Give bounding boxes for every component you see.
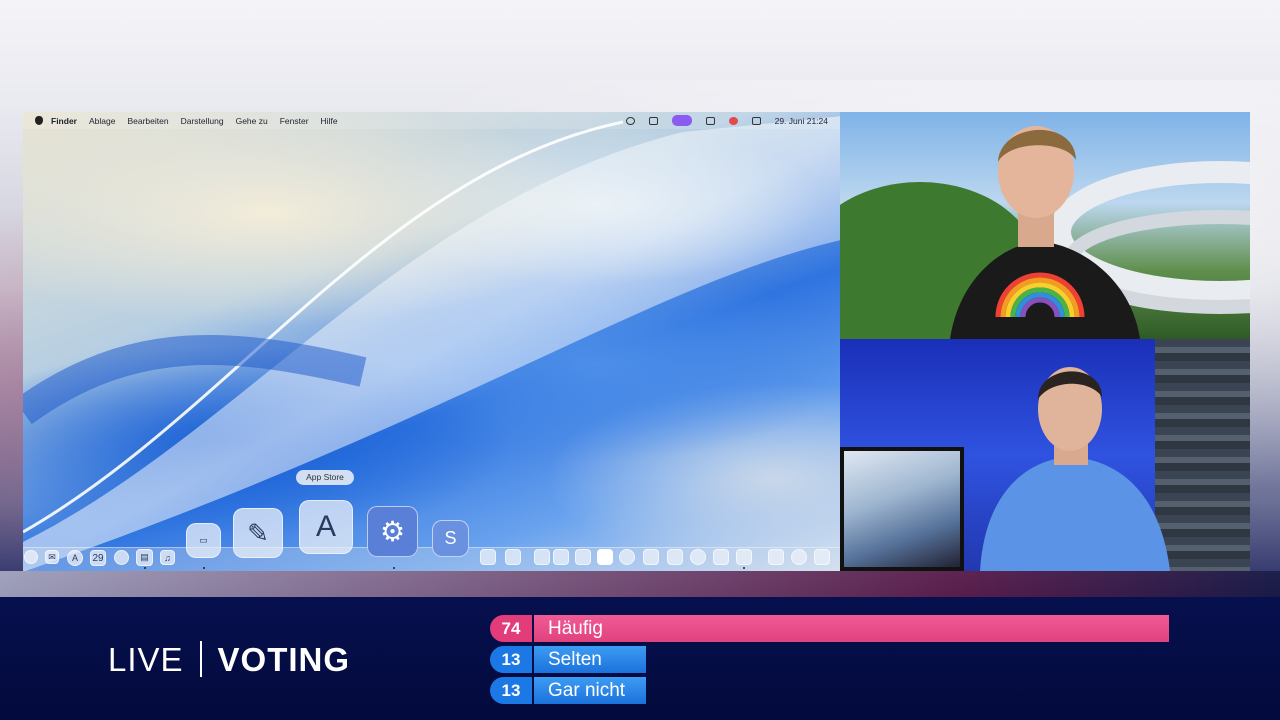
vote-label: Häufig [548,618,603,639]
trash-icon[interactable] [814,549,830,565]
menu-ablage[interactable]: Ablage [89,116,115,126]
window-icon[interactable] [480,549,496,565]
dock: ✉ A 29 ▤ ♫ ▭ ✎ A ⚙ S [23,500,840,571]
keynote-icon[interactable]: ▭ [186,523,221,558]
system-settings-icon[interactable]: ⚙ [367,506,418,557]
calendar-icon[interactable]: 29 [90,550,106,566]
voting-label: VOTING [217,641,351,678]
layers-icon[interactable] [505,549,521,565]
menu-bearbeiten[interactable]: Bearbeiten [127,116,168,126]
screen-mirroring-icon[interactable] [671,115,692,126]
running-indicator [393,567,395,569]
calendar-day: 29 [92,552,104,564]
live-voting-title: LIVE VOTING [108,641,350,679]
grid-app-icon[interactable] [667,549,683,565]
running-indicator [144,567,146,569]
contacts-icon[interactable] [114,550,129,565]
mission-control-icon[interactable]: ▤ [136,549,153,566]
downloads-icon[interactable] [768,549,784,565]
safari-icon[interactable] [619,549,635,565]
menu-hilfe[interactable]: Hilfe [321,116,338,126]
folder-icon[interactable] [791,549,807,565]
globe-icon[interactable] [625,116,635,125]
status-area: 29. Juni 21:24 [625,112,828,129]
running-indicator [743,567,745,569]
control-center-icon[interactable] [751,116,761,125]
clapper-icon[interactable] [534,549,550,565]
network-icon[interactable] [690,549,706,565]
keyboard-icon[interactable] [648,116,658,125]
camera-feed-host [840,339,1250,571]
menu-gehe-zu[interactable]: Gehe zu [236,116,268,126]
app-icon-2[interactable] [575,549,591,565]
menubar-clock[interactable]: 29. Juni 21:24 [775,116,828,126]
vote-label: Gar nicht [548,680,626,701]
app-store-icon[interactable]: A [299,500,353,554]
display-icon[interactable] [705,116,715,125]
vote-label: Selten [548,649,602,670]
xcode-icon[interactable]: A [67,550,83,566]
live-label: LIVE [108,641,184,678]
host-video-frame [980,367,1170,571]
vote-bar: Selten [534,646,646,673]
preview-icon[interactable] [736,549,752,565]
pyramid-icon[interactable] [713,549,729,565]
pages-icon[interactable]: ✎ [233,508,283,558]
menu-bar: Finder Ablage Bearbeiten Darstellung Geh… [23,112,840,129]
wallpaper-wave [23,116,840,571]
vote-bar: Gar nicht [534,677,646,704]
guest-video-frame [840,126,1250,339]
running-indicator [203,567,205,569]
camera-feed-guest [840,112,1250,339]
divider-stripe [0,571,1280,597]
menu-darstellung[interactable]: Darstellung [181,116,224,126]
vote-count: 13 [490,646,532,673]
vote-count: 13 [490,677,532,704]
messages-icon[interactable] [643,549,659,565]
app-icon-1[interactable] [553,549,569,565]
record-icon[interactable] [728,116,738,125]
skype-icon[interactable]: S [432,520,469,557]
finder-icon[interactable] [24,550,38,564]
vote-bar: Häufig [534,615,1169,642]
mac-screen: Finder Ablage Bearbeiten Darstellung Geh… [23,112,840,571]
mail-icon[interactable]: ✉ [45,550,59,564]
title-separator [199,641,202,677]
menu-app-finder[interactable]: Finder [51,116,77,126]
vote-count: 74 [490,615,532,642]
dock-tooltip: App Store [296,470,354,485]
menu-fenster[interactable]: Fenster [280,116,309,126]
apple-menu-icon[interactable] [35,116,43,125]
skype-small-icon[interactable] [597,549,613,565]
music-icon[interactable]: ♫ [160,550,175,565]
